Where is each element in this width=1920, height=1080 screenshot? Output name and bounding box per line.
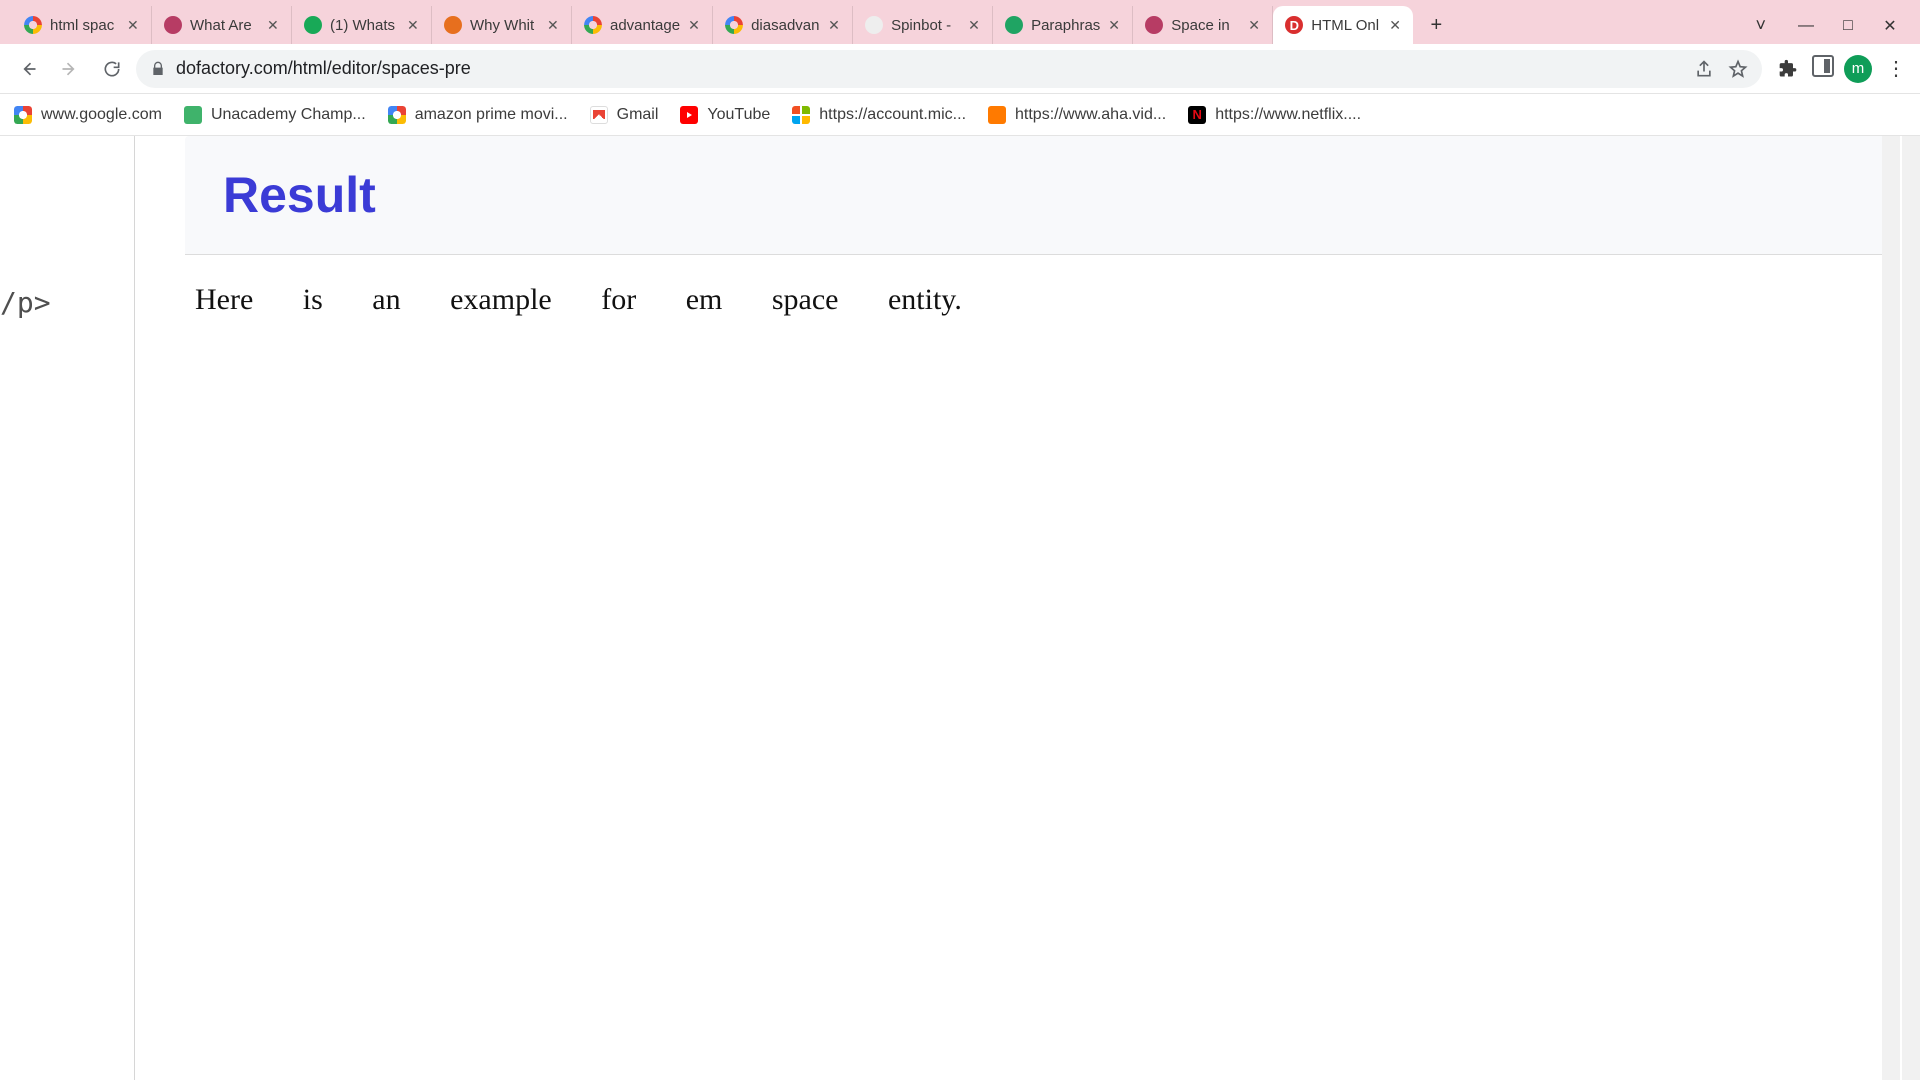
tab-why-whit[interactable]: Why Whit ✕: [432, 6, 572, 44]
toolbar-right: m ⋮: [1768, 55, 1910, 83]
window-close-button[interactable]: ✕: [1878, 16, 1902, 36]
site-icon: [1145, 16, 1163, 34]
tab-paraphras[interactable]: Paraphras ✕: [993, 6, 1133, 44]
bookmark-label: https://www.netflix....: [1215, 106, 1361, 124]
site-icon: D: [1285, 16, 1303, 34]
site-icon: [444, 16, 462, 34]
tab-diasadvan[interactable]: diasadvan ✕: [713, 6, 853, 44]
bookmark-label: www.google.com: [41, 106, 162, 124]
panel-scrollbar[interactable]: [1882, 136, 1900, 1080]
google-icon: [14, 106, 32, 124]
aha-icon: [988, 106, 1006, 124]
reload-icon: [102, 59, 122, 79]
back-button[interactable]: [10, 51, 46, 87]
tab-label: advantage: [610, 17, 680, 34]
bookmark-unacademy[interactable]: Unacademy Champ...: [184, 106, 366, 124]
tab-space-in[interactable]: Space in ✕: [1133, 6, 1273, 44]
bookmark-aha[interactable]: https://www.aha.vid...: [988, 106, 1166, 124]
bookmark-label: YouTube: [707, 106, 770, 124]
bookmark-netflix[interactable]: N https://www.netflix....: [1188, 106, 1361, 124]
tab-what-are[interactable]: What Are ✕: [152, 6, 292, 44]
google-icon: [24, 16, 42, 34]
tab-label: (1) Whats: [330, 17, 399, 34]
code-editor-pane[interactable]: /p>: [0, 136, 135, 1080]
address-bar[interactable]: dofactory.com/html/editor/spaces-pre: [136, 50, 1762, 88]
tab-label: What Are: [190, 17, 259, 34]
tab-label: Why Whit: [470, 17, 539, 34]
search-tabs-button[interactable]: ˅: [1749, 15, 1784, 44]
maximize-button[interactable]: □: [1836, 17, 1860, 35]
close-icon[interactable]: ✕: [968, 18, 982, 32]
close-icon[interactable]: ✕: [267, 18, 281, 32]
netflix-icon: N: [1188, 106, 1206, 124]
result-heading: Result: [185, 136, 1896, 255]
lock-icon: [150, 61, 166, 77]
bookmark-ms-account[interactable]: https://account.mic...: [792, 106, 966, 124]
bookmark-gmail[interactable]: Gmail: [590, 106, 659, 124]
result-panel: Result Here is an example for em space e…: [185, 136, 1896, 1080]
page-viewport: /p> Result Here is an example for em spa…: [0, 136, 1920, 1080]
tab-spinbot[interactable]: Spinbot - ✕: [853, 6, 993, 44]
bookmark-star-icon[interactable]: [1728, 59, 1748, 79]
gmail-icon: [590, 106, 608, 124]
close-icon[interactable]: ✕: [407, 18, 421, 32]
tab-html-space[interactable]: html spac ✕: [12, 6, 152, 44]
bookmark-label: https://www.aha.vid...: [1015, 106, 1166, 124]
tab-label: HTML Onl: [1311, 17, 1381, 34]
tab-label: Paraphras: [1031, 17, 1100, 34]
close-icon[interactable]: ✕: [828, 18, 842, 32]
extensions-icon[interactable]: [1774, 59, 1802, 79]
google-icon: [725, 16, 743, 34]
unacademy-icon: [184, 106, 202, 124]
bookmark-label: Gmail: [617, 106, 659, 124]
share-icon[interactable]: [1694, 59, 1714, 79]
result-output: Here is an example for em space entity.: [185, 255, 1896, 345]
close-icon[interactable]: ✕: [127, 18, 141, 32]
tab-html-onl[interactable]: D HTML Onl ✕: [1273, 6, 1413, 44]
close-icon[interactable]: ✕: [688, 18, 702, 32]
forward-button[interactable]: [52, 51, 88, 87]
tab-label: Spinbot -: [891, 17, 960, 34]
side-panel-icon[interactable]: [1812, 55, 1834, 82]
window-scrollbar[interactable]: [1902, 136, 1920, 1080]
site-icon: [1005, 16, 1023, 34]
profile-avatar[interactable]: m: [1844, 55, 1872, 83]
tab-whats[interactable]: (1) Whats ✕: [292, 6, 432, 44]
close-icon[interactable]: ✕: [547, 18, 561, 32]
tab-label: Space in: [1171, 17, 1240, 34]
window-controls: — □ ✕: [1784, 16, 1912, 44]
url-text: dofactory.com/html/editor/spaces-pre: [176, 58, 1684, 79]
tab-label: diasadvan: [751, 17, 820, 34]
site-icon: [865, 16, 883, 34]
arrow-left-icon: [18, 59, 38, 79]
google-icon: [388, 106, 406, 124]
microsoft-icon: [792, 106, 810, 124]
google-icon: [584, 16, 602, 34]
arrow-right-icon: [60, 59, 80, 79]
youtube-icon: [680, 106, 698, 124]
bookmark-youtube[interactable]: YouTube: [680, 106, 770, 124]
bookmarks-bar: www.google.com Unacademy Champ... amazon…: [0, 94, 1920, 136]
bookmark-amazon-prime[interactable]: amazon prime movi...: [388, 106, 568, 124]
close-icon[interactable]: ✕: [1248, 18, 1262, 32]
reload-button[interactable]: [94, 51, 130, 87]
close-icon[interactable]: ✕: [1108, 18, 1122, 32]
code-fragment: /p>: [0, 286, 51, 319]
close-icon[interactable]: ✕: [1389, 18, 1403, 32]
bookmark-label: amazon prime movi...: [415, 106, 568, 124]
bookmark-google[interactable]: www.google.com: [14, 106, 162, 124]
bookmark-label: https://account.mic...: [819, 106, 966, 124]
browser-toolbar: dofactory.com/html/editor/spaces-pre m ⋮: [0, 44, 1920, 94]
tab-advantage[interactable]: advantage ✕: [572, 6, 713, 44]
menu-icon[interactable]: ⋮: [1882, 56, 1910, 81]
new-tab-button[interactable]: +: [1421, 10, 1451, 40]
bookmark-label: Unacademy Champ...: [211, 106, 366, 124]
tab-strip: html spac ✕ What Are ✕ (1) Whats ✕ Why W…: [0, 0, 1920, 44]
site-icon: [164, 16, 182, 34]
site-icon: [304, 16, 322, 34]
tab-label: html spac: [50, 17, 119, 34]
minimize-button[interactable]: —: [1794, 17, 1818, 35]
